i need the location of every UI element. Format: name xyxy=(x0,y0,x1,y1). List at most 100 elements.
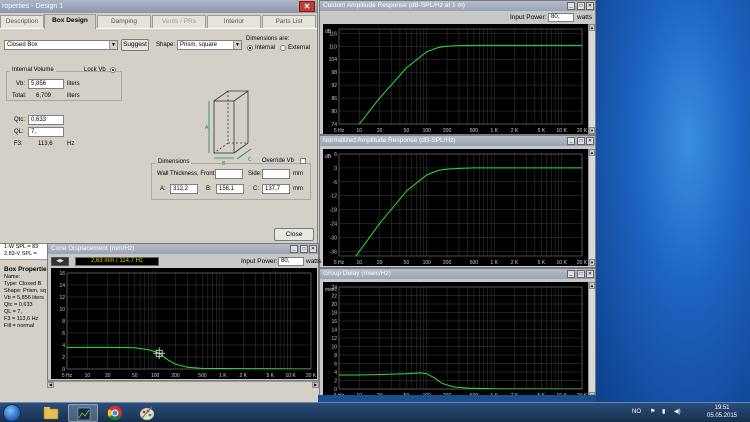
wall-front-field[interactable] xyxy=(215,169,243,179)
input-power-field[interactable]: 80, xyxy=(278,257,304,266)
windows-start-icon[interactable] xyxy=(3,404,21,422)
cone-displacement-plot[interactable]: 0 2 4 6 8 10 12 14 16 5 Hz 10 20 50 100 200 500 1 K2 K5 … xyxy=(51,268,317,379)
scroll-up-icon[interactable]: ▲ xyxy=(589,282,595,289)
chevron-down-icon: ▼ xyxy=(109,41,117,49)
ql-field[interactable]: 7, xyxy=(28,127,64,137)
series-line xyxy=(358,44,582,124)
normalized-amplitude-title-bar[interactable]: Normalized Amplitude Response (dB-SPL/Hz… xyxy=(320,136,595,146)
external-radio[interactable] xyxy=(280,45,286,51)
minimize-icon[interactable]: _ xyxy=(567,2,575,10)
maximize-icon[interactable]: □ xyxy=(577,137,585,145)
x-tick-label: 20 K xyxy=(306,373,317,379)
close-icon[interactable]: ✕ xyxy=(586,137,594,145)
minimize-icon[interactable]: _ xyxy=(290,245,298,253)
input-power-label: Input Power: xyxy=(510,14,547,21)
y-tick-label: -12 xyxy=(330,194,337,200)
maximize-icon[interactable]: □ xyxy=(300,245,308,253)
scroll-up-icon[interactable]: ▲ xyxy=(589,149,595,156)
tab-vents[interactable]: Vents / PRs xyxy=(152,15,206,28)
shape-select[interactable]: Prism, square ▼ xyxy=(177,40,242,50)
scroll-up-icon[interactable]: ▲ xyxy=(589,24,595,31)
language-indicator[interactable]: NO xyxy=(632,409,641,415)
y-tick-label: 110 xyxy=(329,44,337,50)
y-tick-label: 98 xyxy=(331,70,337,76)
override-vb-checkbox[interactable] xyxy=(300,158,306,164)
volume-icon[interactable]: ◀) xyxy=(674,408,681,415)
series-line xyxy=(67,346,311,369)
lock-vb-radio[interactable] xyxy=(110,67,116,73)
scroll-left-icon[interactable]: ◀ xyxy=(47,382,54,388)
x-tick-label: 100 xyxy=(423,260,432,266)
normalized-amplitude-plot[interactable]: -36 -30 -24 -18 -12 -6 0 6 dB 5 Hz 10 20 50 100 200 500… xyxy=(323,149,588,266)
scroll-down-icon[interactable]: ▼ xyxy=(589,259,595,266)
custom-amplitude-plot[interactable]: 74 80 86 92 98 104 110 116 dB 5 Hz 10 20 50 100 200 500… xyxy=(323,24,588,134)
y-tick-label: 18 xyxy=(331,311,337,317)
tab-interior[interactable]: Interior xyxy=(207,15,261,28)
flag-icon[interactable]: ⚑ xyxy=(650,408,655,415)
chrome-icon[interactable] xyxy=(100,404,130,422)
scroll-right-icon[interactable]: ▶ xyxy=(312,382,319,388)
input-power-field[interactable]: 80, xyxy=(548,13,574,22)
dialog-close-icon[interactable]: ✕ xyxy=(299,1,315,12)
wall-side-field[interactable] xyxy=(262,169,290,179)
dialog-title-bar[interactable]: roperties - Design 1 ✕ xyxy=(0,0,317,13)
tab-description[interactable]: Description xyxy=(0,15,44,28)
scroll-down-icon[interactable]: ▼ xyxy=(589,127,595,134)
list-item: Qtc = 0,633 xyxy=(4,302,33,308)
custom-amplitude-chart: 7480869298104110116dB5 Hz 10 20 50 100 200 500… xyxy=(325,28,588,134)
cone-displacement-title-bar[interactable]: Cone Displacement (mm/Hz) _ □ ✕ xyxy=(48,244,318,254)
maximize-icon[interactable]: □ xyxy=(577,270,585,278)
close-icon[interactable]: ✕ xyxy=(586,270,594,278)
tab-damping[interactable]: Damping xyxy=(97,15,151,28)
chevron-down-icon: ▼ xyxy=(233,41,241,49)
qtc-field[interactable]: 0,633 xyxy=(28,115,64,125)
internal-radio[interactable] xyxy=(247,45,253,51)
b-field[interactable]: 156,1 xyxy=(216,184,244,194)
x-tick-label: 10 K xyxy=(285,373,296,379)
minimize-icon[interactable]: _ xyxy=(567,137,575,145)
desktop-background xyxy=(596,0,750,402)
y-tick-label: 6 xyxy=(334,362,337,368)
custom-amplitude-vscroll[interactable]: ▲ ▼ xyxy=(588,24,595,134)
tab-box-design[interactable]: Box Design xyxy=(44,14,96,29)
group-delay-title-bar[interactable]: Group Delay (msec/Hz) _ □ ✕ xyxy=(320,269,595,279)
vb-field[interactable]: 5,856 xyxy=(28,79,64,89)
box-design-panel: Closed Box ▼ Suggest Shape: Prism, squar… xyxy=(0,28,317,224)
x-tick-label: 10 xyxy=(85,373,91,379)
file-explorer-icon[interactable] xyxy=(36,404,66,422)
x-tick-label: 500 xyxy=(198,373,207,379)
y-tick-label: 86 xyxy=(331,96,337,102)
box-type-select[interactable]: Closed Box ▼ xyxy=(4,40,118,50)
group-delay-window: Group Delay (msec/Hz) _ □ ✕ 0 2 4 6 8 10 12 14 1… xyxy=(319,268,596,401)
cursor-left-button[interactable]: ◀▶ xyxy=(51,257,69,266)
close-button[interactable]: Close xyxy=(274,228,314,241)
normalized-amplitude-chart: -36 -30 -24 -18 -12 -6 0 6dB 5 Hz 10 20 50 100 200 500… xyxy=(325,152,588,266)
y-tick-label: 16 xyxy=(59,271,65,277)
group-delay-plot[interactable]: 024681012141618202224msec5 Hz10205010020… xyxy=(323,282,588,399)
close-icon[interactable]: ✕ xyxy=(309,245,317,253)
list-item: QL = 7, xyxy=(4,309,22,315)
normalized-amplitude-vscroll[interactable]: ▲ ▼ xyxy=(588,149,595,266)
b-label: B: xyxy=(206,186,212,192)
series-line xyxy=(339,372,582,389)
a-field[interactable]: 312,2 xyxy=(170,184,198,194)
cone-hscroll[interactable]: ◀ ▶ xyxy=(47,381,319,395)
y-tick-label: 4 xyxy=(62,343,65,349)
minimize-icon[interactable]: _ xyxy=(567,270,575,278)
maximize-icon[interactable]: □ xyxy=(577,2,585,10)
y-tick-label: 2 xyxy=(334,379,337,385)
custom-amplitude-title-bar[interactable]: Custom Amplitude Response (dB-SPL/Hz at … xyxy=(320,1,595,11)
group-delay-title: Group Delay (msec/Hz) xyxy=(323,270,391,277)
boxcad-app-icon[interactable] xyxy=(68,404,98,422)
spl-readout: 1-W SPL = 83 2.83-V SPL = xyxy=(0,244,47,260)
c-field[interactable]: 137,7 xyxy=(262,184,290,194)
network-icon[interactable]: ▮ xyxy=(662,408,665,415)
group-delay-vscroll[interactable]: ▲ ▼ xyxy=(588,282,595,399)
suggest-button[interactable]: Suggest xyxy=(121,39,149,51)
close-icon[interactable]: ✕ xyxy=(586,2,594,10)
tab-parts-list[interactable]: Parts List xyxy=(262,15,316,28)
clock-date[interactable]: 05.05.2015 xyxy=(698,413,746,419)
clock-time[interactable]: 19:51 xyxy=(702,405,742,411)
paint-icon[interactable] xyxy=(132,404,162,422)
total-unit: liters xyxy=(67,93,80,99)
